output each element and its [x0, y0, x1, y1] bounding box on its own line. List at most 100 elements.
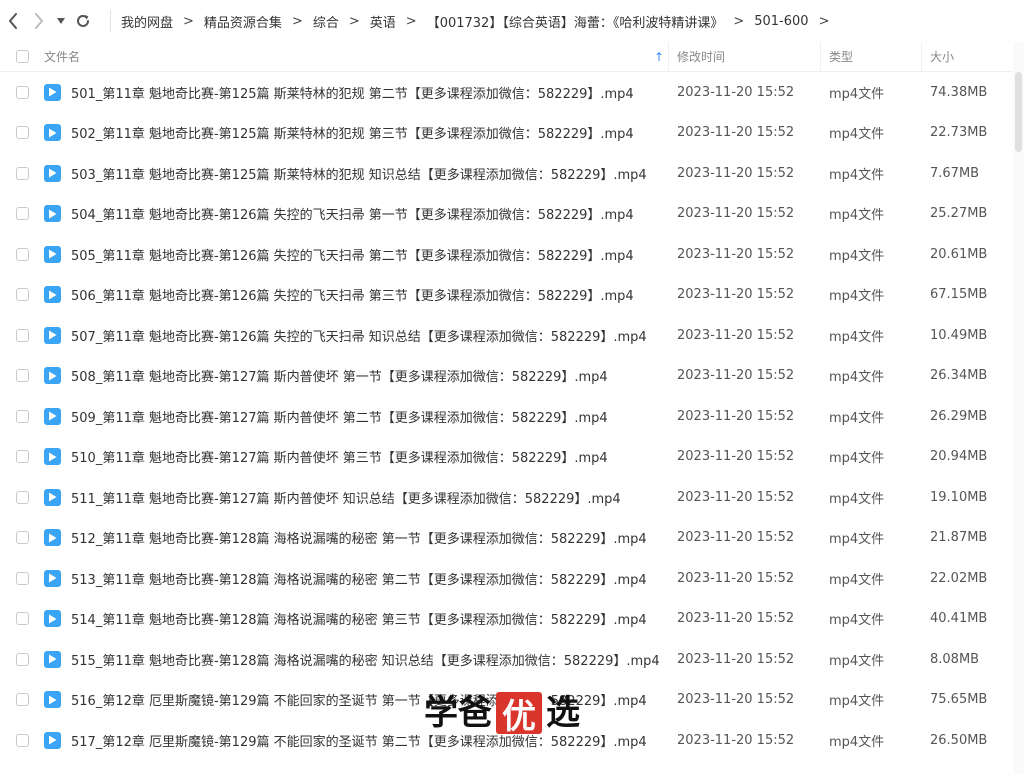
play-triangle-icon — [49, 330, 57, 340]
file-name-cell[interactable]: 507_第11章 魁地奇比赛-第126篇 失控的飞天扫帚 知识总结【更多课程添加… — [44, 326, 669, 345]
file-name[interactable]: 514_第11章 魁地奇比赛-第128篇 海格说漏嘴的秘密 第三节【更多课程添加… — [71, 609, 647, 628]
file-name[interactable]: 504_第11章 魁地奇比赛-第126篇 失控的飞天扫帚 第一节【更多课程添加微… — [71, 204, 634, 223]
row-checkbox[interactable] — [15, 166, 29, 180]
file-name[interactable]: 503_第11章 魁地奇比赛-第125篇 斯莱特林的犯规 知识总结【更多课程添加… — [71, 164, 647, 183]
breadcrumb-item-general[interactable]: 综合 — [313, 12, 339, 31]
history-dropdown-button[interactable] — [52, 0, 70, 42]
file-name-cell[interactable]: 511_第11章 魁地奇比赛-第127篇 斯内普使坏 知识总结【更多课程添加微信… — [44, 488, 669, 507]
column-header-type[interactable]: 类型 — [821, 41, 922, 72]
scrollbar-thumb[interactable] — [1015, 72, 1022, 152]
file-name[interactable]: 501_第11章 魁地奇比赛-第125篇 斯莱特林的犯规 第二节【更多课程添加微… — [71, 83, 634, 102]
file-name-cell[interactable]: 512_第11章 魁地奇比赛-第128篇 海格说漏嘴的秘密 第一节【更多课程添加… — [44, 528, 669, 547]
play-triangle-icon — [49, 492, 57, 502]
file-name[interactable]: 515_第11章 魁地奇比赛-第128篇 海格说漏嘴的秘密 知识总结【更多课程添… — [71, 650, 660, 669]
file-row[interactable]: 516_第12章 厄里斯魔镜-第129篇 不能回家的圣诞节 第一节【更多课程添加… — [0, 680, 1013, 721]
row-checkbox[interactable] — [15, 490, 29, 504]
file-name-cell[interactable]: 517_第12章 厄里斯魔镜-第129篇 不能回家的圣诞节 第二节【更多课程添加… — [44, 731, 669, 750]
file-name-cell[interactable]: 510_第11章 魁地奇比赛-第127篇 斯内普使坏 第三节【更多课程添加微信：… — [44, 447, 669, 466]
forward-button[interactable] — [26, 0, 52, 42]
modified-time: 2023-11-20 15:52 — [677, 125, 795, 141]
file-name[interactable]: 511_第11章 魁地奇比赛-第127篇 斯内普使坏 知识总结【更多课程添加微信… — [71, 488, 621, 507]
file-name-cell[interactable]: 506_第11章 魁地奇比赛-第126篇 失控的飞天扫帚 第三节【更多课程添加微… — [44, 285, 669, 304]
file-name-cell[interactable]: 509_第11章 魁地奇比赛-第127篇 斯内普使坏 第二节【更多课程添加微信：… — [44, 407, 669, 426]
file-name[interactable]: 509_第11章 魁地奇比赛-第127篇 斯内普使坏 第二节【更多课程添加微信：… — [71, 407, 608, 426]
file-row[interactable]: 508_第11章 魁地奇比赛-第127篇 斯内普使坏 第一节【更多课程添加微信：… — [0, 356, 1013, 397]
file-name[interactable]: 508_第11章 魁地奇比赛-第127篇 斯内普使坏 第一节【更多课程添加微信：… — [71, 366, 608, 385]
breadcrumb-item-english[interactable]: 英语 — [370, 12, 396, 31]
file-name[interactable]: 512_第11章 魁地奇比赛-第128篇 海格说漏嘴的秘密 第一节【更多课程添加… — [71, 528, 647, 547]
file-name-cell[interactable]: 515_第11章 魁地奇比赛-第128篇 海格说漏嘴的秘密 知识总结【更多课程添… — [44, 650, 669, 669]
file-row[interactable]: 507_第11章 魁地奇比赛-第126篇 失控的飞天扫帚 知识总结【更多课程添加… — [0, 315, 1013, 356]
row-checkbox-cell — [0, 126, 44, 140]
video-file-icon — [44, 407, 61, 425]
column-header-time[interactable]: 修改时间 — [669, 41, 821, 72]
file-name[interactable]: 517_第12章 厄里斯魔镜-第129篇 不能回家的圣诞节 第二节【更多课程添加… — [71, 731, 647, 750]
select-all-checkbox[interactable] — [15, 50, 29, 63]
file-name-cell[interactable]: 502_第11章 魁地奇比赛-第125篇 斯莱特林的犯规 第三节【更多课程添加微… — [44, 123, 669, 142]
play-triangle-icon — [49, 533, 57, 543]
row-checkbox[interactable] — [15, 571, 29, 585]
row-checkbox[interactable] — [15, 693, 29, 707]
file-row[interactable]: 510_第11章 魁地奇比赛-第127篇 斯内普使坏 第三节【更多课程添加微信：… — [0, 437, 1013, 478]
file-row[interactable]: 503_第11章 魁地奇比赛-第125篇 斯莱特林的犯规 知识总结【更多课程添加… — [0, 153, 1013, 194]
file-row[interactable]: 515_第11章 魁地奇比赛-第128篇 海格说漏嘴的秘密 知识总结【更多课程添… — [0, 639, 1013, 680]
row-checkbox[interactable] — [15, 126, 29, 140]
file-name-cell[interactable]: 501_第11章 魁地奇比赛-第125篇 斯莱特林的犯规 第二节【更多课程添加微… — [44, 83, 669, 102]
file-row[interactable]: 509_第11章 魁地奇比赛-第127篇 斯内普使坏 第二节【更多课程添加微信：… — [0, 396, 1013, 437]
video-file-icon — [44, 650, 61, 668]
row-checkbox[interactable] — [15, 328, 29, 342]
row-checkbox[interactable] — [15, 612, 29, 626]
file-name-cell[interactable]: 508_第11章 魁地奇比赛-第127篇 斯内普使坏 第一节【更多课程添加微信：… — [44, 366, 669, 385]
file-row[interactable]: 506_第11章 魁地奇比赛-第126篇 失控的飞天扫帚 第三节【更多课程添加微… — [0, 275, 1013, 316]
column-header-name[interactable]: 文件名 ↑ — [44, 41, 669, 72]
row-checkbox[interactable] — [15, 733, 29, 747]
file-row[interactable]: 505_第11章 魁地奇比赛-第126篇 失控的飞天扫帚 第二节【更多课程添加微… — [0, 234, 1013, 275]
file-name-cell[interactable]: 505_第11章 魁地奇比赛-第126篇 失控的飞天扫帚 第二节【更多课程添加微… — [44, 245, 669, 264]
vertical-scrollbar[interactable] — [1013, 42, 1024, 774]
row-checkbox[interactable] — [15, 207, 29, 221]
file-row[interactable]: 514_第11章 魁地奇比赛-第128篇 海格说漏嘴的秘密 第三节【更多课程添加… — [0, 599, 1013, 640]
sort-ascending-icon[interactable]: ↑ — [654, 50, 664, 64]
file-name-cell[interactable]: 516_第12章 厄里斯魔镜-第129篇 不能回家的圣诞节 第一节【更多课程添加… — [44, 690, 669, 709]
file-size: 7.67MB — [930, 165, 980, 181]
file-row[interactable]: 504_第11章 魁地奇比赛-第126篇 失控的飞天扫帚 第一节【更多课程添加微… — [0, 194, 1013, 235]
file-row[interactable]: 502_第11章 魁地奇比赛-第125篇 斯莱特林的犯规 第三节【更多课程添加微… — [0, 113, 1013, 154]
file-size: 22.73MB — [930, 125, 988, 141]
breadcrumb-item-my-drive[interactable]: 我的网盘 — [121, 12, 173, 31]
modified-time: 2023-11-20 15:52 — [677, 611, 795, 627]
file-name-cell[interactable]: 503_第11章 魁地奇比赛-第125篇 斯莱特林的犯规 知识总结【更多课程添加… — [44, 164, 669, 183]
row-checkbox[interactable] — [15, 409, 29, 423]
file-name[interactable]: 502_第11章 魁地奇比赛-第125篇 斯莱特林的犯规 第三节【更多课程添加微… — [71, 123, 634, 142]
file-name[interactable]: 506_第11章 魁地奇比赛-第126篇 失控的飞天扫帚 第三节【更多课程添加微… — [71, 285, 634, 304]
file-name[interactable]: 507_第11章 魁地奇比赛-第126篇 失控的飞天扫帚 知识总结【更多课程添加… — [71, 326, 647, 345]
breadcrumb-item-collection[interactable]: 精品资源合集 — [204, 12, 282, 31]
row-checkbox[interactable] — [15, 288, 29, 302]
row-checkbox[interactable] — [15, 85, 29, 99]
file-size: 20.94MB — [930, 449, 988, 465]
breadcrumb-item-current[interactable]: 501-600 — [754, 14, 808, 29]
breadcrumb-separator: > — [405, 13, 417, 29]
row-checkbox[interactable] — [15, 531, 29, 545]
row-checkbox[interactable] — [15, 369, 29, 383]
file-row[interactable]: 511_第11章 魁地奇比赛-第127篇 斯内普使坏 知识总结【更多课程添加微信… — [0, 477, 1013, 518]
back-button[interactable] — [0, 0, 26, 42]
file-row[interactable]: 512_第11章 魁地奇比赛-第128篇 海格说漏嘴的秘密 第一节【更多课程添加… — [0, 518, 1013, 559]
file-name[interactable]: 505_第11章 魁地奇比赛-第126篇 失控的飞天扫帚 第二节【更多课程添加微… — [71, 245, 634, 264]
row-checkbox-cell — [0, 409, 44, 423]
file-name[interactable]: 516_第12章 厄里斯魔镜-第129篇 不能回家的圣诞节 第一节【更多课程添加… — [71, 690, 647, 709]
file-row[interactable]: 501_第11章 魁地奇比赛-第125篇 斯莱特林的犯规 第二节【更多课程添加微… — [0, 72, 1013, 113]
row-checkbox[interactable] — [15, 652, 29, 666]
file-name[interactable]: 510_第11章 魁地奇比赛-第127篇 斯内普使坏 第三节【更多课程添加微信：… — [71, 447, 608, 466]
file-row[interactable]: 513_第11章 魁地奇比赛-第128篇 海格说漏嘴的秘密 第二节【更多课程添加… — [0, 558, 1013, 599]
refresh-button[interactable] — [70, 0, 96, 42]
file-name-cell[interactable]: 513_第11章 魁地奇比赛-第128篇 海格说漏嘴的秘密 第二节【更多课程添加… — [44, 569, 669, 588]
breadcrumb-item-course[interactable]: 【001732】【综合英语】海蕾：《哈利波特精讲课》 — [427, 12, 724, 31]
file-row[interactable]: 517_第12章 厄里斯魔镜-第129篇 不能回家的圣诞节 第二节【更多课程添加… — [0, 720, 1013, 761]
file-name[interactable]: 513_第11章 魁地奇比赛-第128篇 海格说漏嘴的秘密 第二节【更多课程添加… — [71, 569, 647, 588]
file-size: 10.49MB — [930, 327, 988, 343]
column-header-size[interactable]: 大小 — [922, 42, 1013, 72]
row-checkbox[interactable] — [15, 247, 29, 261]
file-name-cell[interactable]: 514_第11章 魁地奇比赛-第128篇 海格说漏嘴的秘密 第三节【更多课程添加… — [44, 609, 669, 628]
file-name-cell[interactable]: 504_第11章 魁地奇比赛-第126篇 失控的飞天扫帚 第一节【更多课程添加微… — [44, 204, 669, 223]
row-checkbox[interactable] — [15, 450, 29, 464]
